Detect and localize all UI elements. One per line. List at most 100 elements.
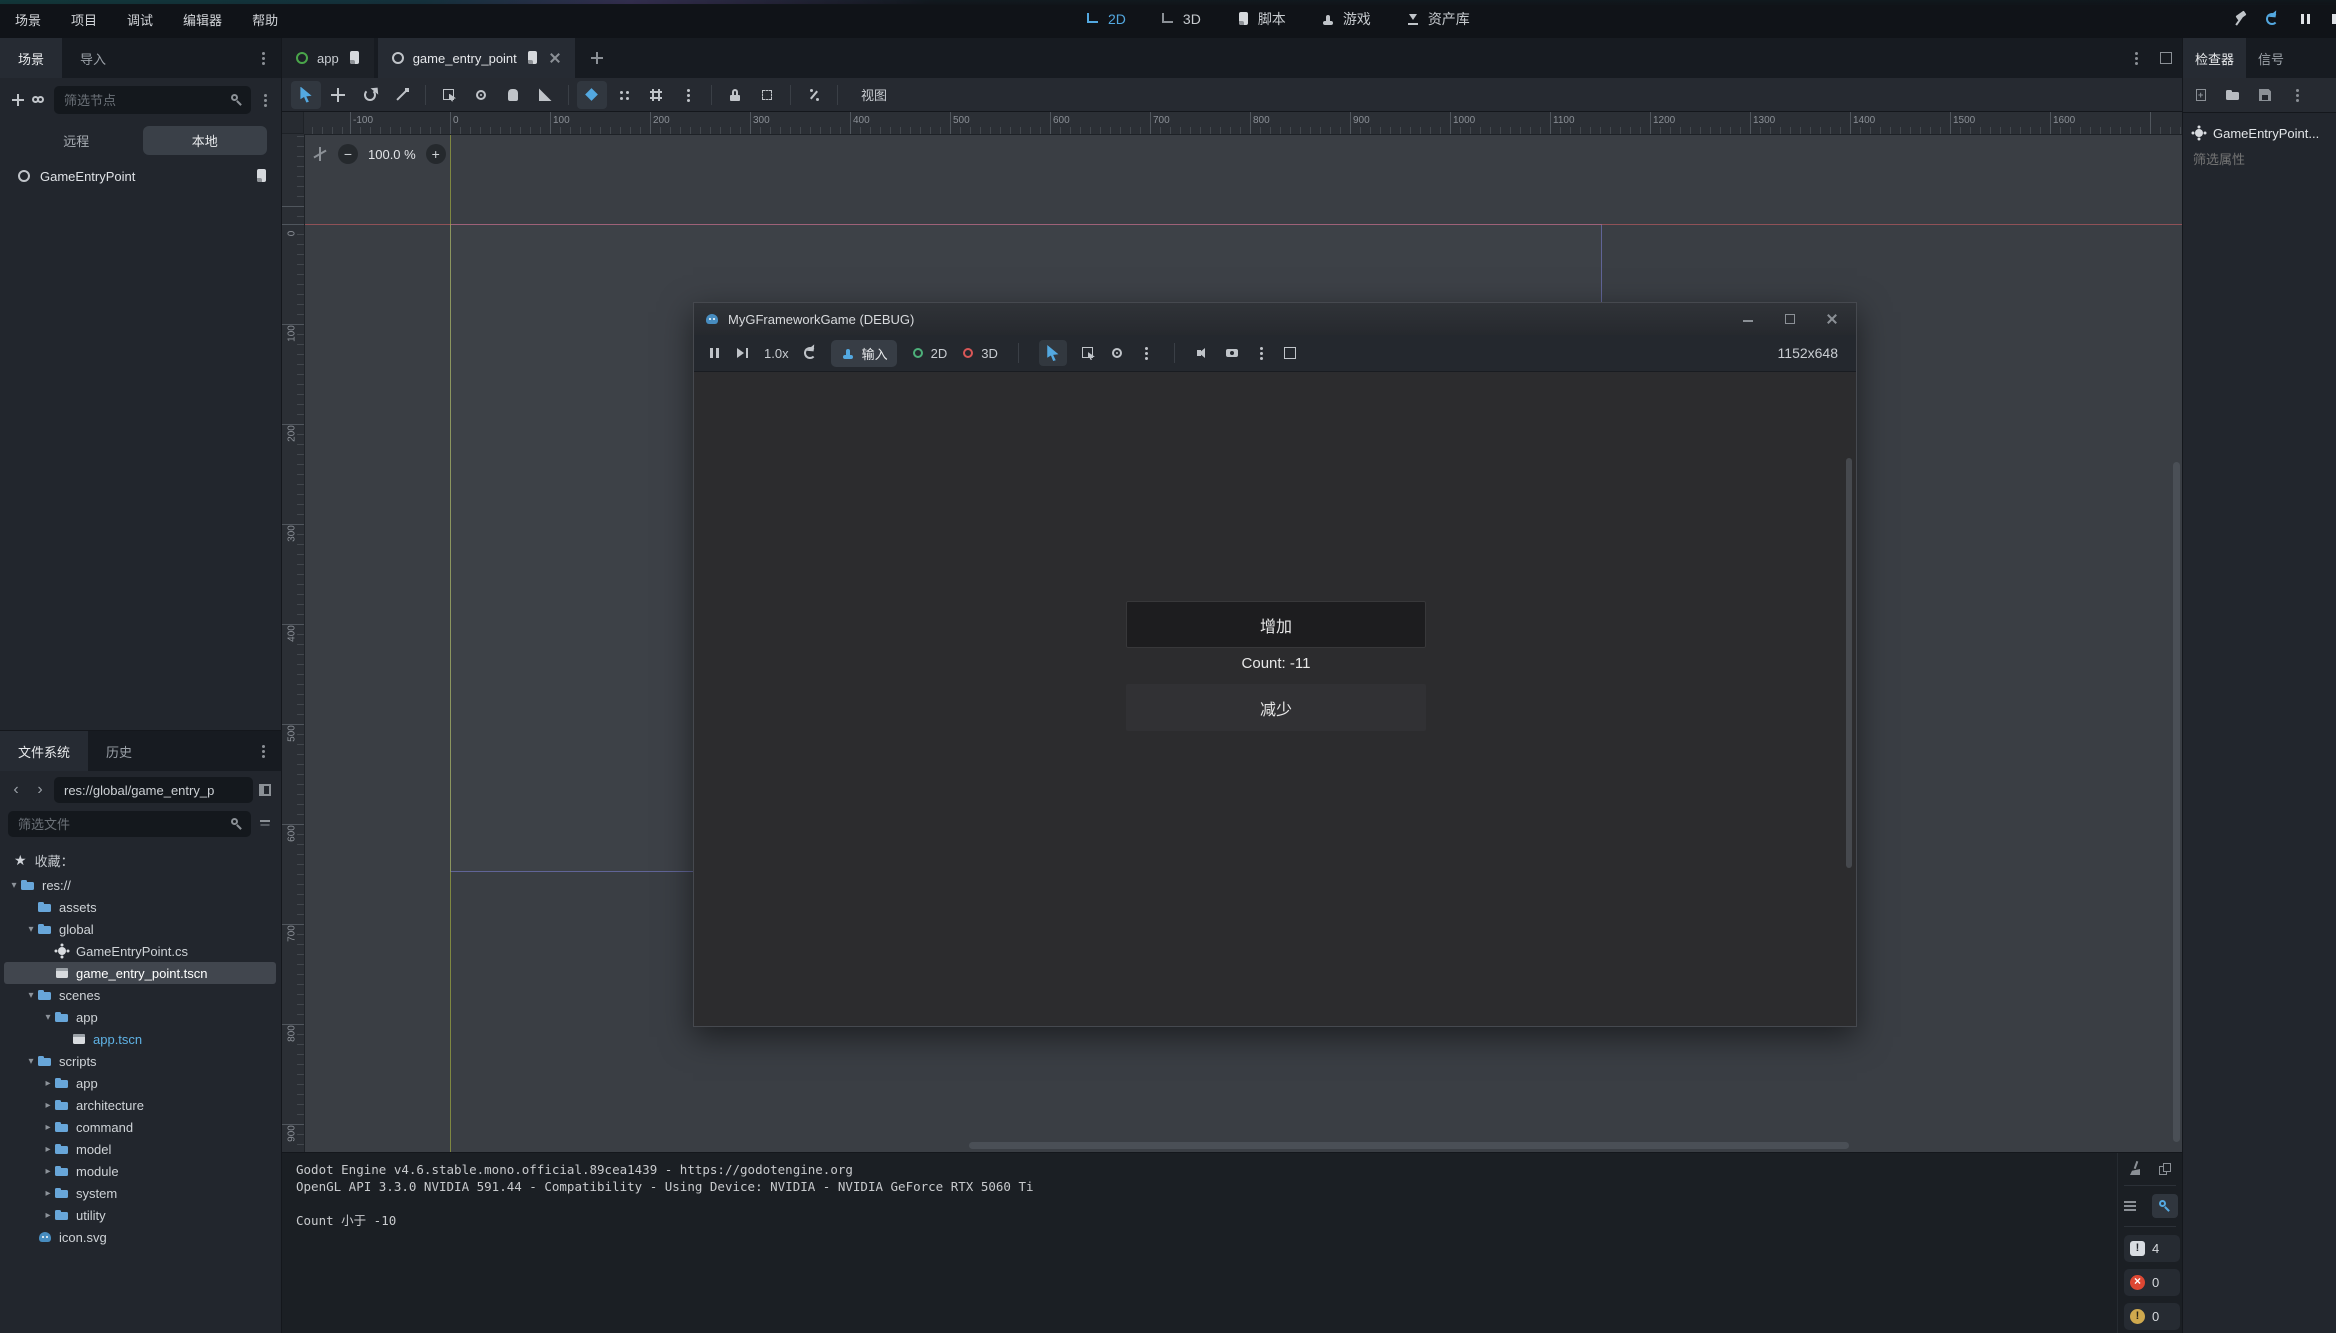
zoom-in-button[interactable]: + (426, 144, 446, 164)
file-tree-item[interactable]: ▸model (0, 1138, 282, 1160)
tab-inspector[interactable]: 检查器 (2183, 38, 2246, 78)
load-resource-icon[interactable] (2225, 87, 2241, 103)
pause-button[interactable] (2297, 11, 2313, 27)
file-tree-item[interactable]: ▾app (0, 1006, 282, 1028)
tab-history[interactable]: 历史 (88, 731, 150, 771)
skeleton-options-menu[interactable] (799, 81, 829, 109)
file-tree-item[interactable]: ▸system (0, 1182, 282, 1204)
camera-override-icon[interactable] (1224, 345, 1240, 361)
close-icon[interactable] (1824, 311, 1840, 327)
game-select-menu[interactable] (1138, 345, 1154, 361)
script-icon[interactable] (346, 50, 362, 66)
smart-snap-toggle[interactable] (577, 81, 607, 109)
file-tree-item[interactable]: ▸module (0, 1160, 282, 1182)
scene-tab-game-entry-point[interactable]: game_entry_point (378, 38, 575, 78)
game-pause-icon[interactable] (706, 345, 722, 361)
add-node-button[interactable] (10, 92, 26, 108)
clear-output-icon[interactable] (2127, 1161, 2143, 1177)
file-tree-item[interactable]: ▾scenes (0, 984, 282, 1006)
script-icon[interactable] (524, 50, 540, 66)
save-resource-icon[interactable] (2257, 87, 2273, 103)
tab-list-menu[interactable] (2128, 50, 2144, 66)
tab-filesystem[interactable]: 文件系统 (0, 731, 88, 771)
file-tree-item[interactable]: GameEntryPoint.cs (0, 940, 282, 962)
file-tree-item[interactable]: ▸architecture (0, 1094, 282, 1116)
view-menu[interactable]: 视图 (853, 85, 895, 104)
decrease-button[interactable]: 减少 (1126, 684, 1426, 731)
messages-badge[interactable]: 4 (2124, 1235, 2180, 1262)
chevron-right-icon[interactable]: ▸ (42, 1166, 54, 1177)
pan-tool[interactable] (498, 81, 528, 109)
build-button[interactable] (2232, 11, 2248, 27)
next-frame-icon[interactable] (735, 345, 751, 361)
group-selection-button[interactable] (752, 81, 782, 109)
zoom-percent[interactable]: 100.0 % (368, 147, 416, 162)
mode-2d-toggle[interactable]: 2D (910, 345, 948, 361)
remote-toggle[interactable]: 远程 (14, 126, 139, 155)
nav-forward-button[interactable]: › (30, 781, 50, 799)
menu-scene[interactable]: 场景 (0, 10, 56, 29)
path-input[interactable] (54, 777, 253, 803)
camera-options-menu[interactable] (1253, 345, 1269, 361)
file-tree-item[interactable]: ▸utility (0, 1204, 282, 1226)
ruler-tool[interactable] (530, 81, 560, 109)
distraction-free-button[interactable] (2158, 50, 2174, 66)
split-view-icon[interactable] (257, 782, 273, 798)
chevron-right-icon[interactable]: ▸ (42, 1122, 54, 1133)
local-toggle[interactable]: 本地 (143, 126, 268, 155)
game-window-titlebar[interactable]: MyGFrameworkGame (DEBUG) (694, 303, 1856, 335)
workspace-2d[interactable]: 2D (1085, 11, 1126, 27)
increase-button[interactable]: 增加 (1126, 601, 1426, 648)
file-tree-item[interactable]: ▸command (0, 1116, 282, 1138)
canvas-viewport[interactable]: -100010020030040050060070080090010001100… (282, 112, 2182, 1152)
zoom-out-button[interactable]: − (338, 144, 358, 164)
nav-back-button[interactable]: ‹ (6, 781, 26, 799)
copy-output-icon[interactable] (2157, 1161, 2173, 1177)
chevron-down-icon[interactable]: ▾ (42, 1012, 54, 1023)
chevron-down-icon[interactable]: ▾ (25, 924, 37, 935)
chevron-right-icon[interactable]: ▸ (42, 1144, 54, 1155)
chevron-down-icon[interactable]: ▾ (25, 1056, 37, 1067)
workspace-assetlib[interactable]: 资产库 (1405, 9, 1470, 29)
stop-button[interactable] (2329, 11, 2336, 27)
game-scrollbar[interactable] (1846, 458, 1852, 868)
lock-selection-button[interactable] (720, 81, 750, 109)
filter-nodes-input[interactable] (54, 86, 251, 114)
chevron-down-icon[interactable]: ▾ (25, 990, 37, 1001)
rotate-tool[interactable] (355, 81, 385, 109)
filesystem-dock-menu[interactable] (255, 743, 271, 759)
game-list-select-icon[interactable] (1080, 345, 1096, 361)
file-tree-item[interactable]: game_entry_point.tscn (0, 962, 282, 984)
embed-fullscreen-icon[interactable] (1282, 345, 1298, 361)
mute-audio-icon[interactable] (1195, 345, 1211, 361)
inspected-node-header[interactable]: GameEntryPoint... (2183, 113, 2336, 141)
file-tree-item[interactable]: assets (0, 896, 282, 918)
file-tree-item[interactable]: ▾global (0, 918, 282, 940)
scene-tab-app[interactable]: app (282, 38, 374, 78)
tab-import[interactable]: 导入 (62, 38, 124, 78)
chevron-down-icon[interactable]: ▾ (8, 880, 20, 891)
output-log[interactable]: Godot Engine v4.6.stable.mono.official.8… (296, 1161, 2112, 1229)
file-tree-item[interactable]: app.tscn (0, 1028, 282, 1050)
filter-files-input[interactable] (8, 811, 251, 837)
sort-files-icon[interactable] (257, 816, 273, 832)
chevron-right-icon[interactable]: ▸ (42, 1100, 54, 1111)
add-scene-tab-button[interactable] (579, 38, 615, 78)
canvas-horizontal-scrollbar[interactable] (969, 1142, 1849, 1149)
list-select-tool[interactable] (434, 81, 464, 109)
file-tree-item[interactable]: ▸app (0, 1072, 282, 1094)
scene-dock-menu[interactable] (255, 50, 271, 66)
tab-scene[interactable]: 场景 (0, 38, 62, 78)
position-tool[interactable] (466, 81, 496, 109)
restart-button[interactable] (2264, 11, 2280, 27)
warnings-badge[interactable]: 0 (2124, 1303, 2180, 1330)
node-filter-menu[interactable] (257, 92, 273, 108)
grid-snap-toggle[interactable] (609, 81, 639, 109)
scale-tool[interactable] (387, 81, 417, 109)
game-select-tool[interactable] (1039, 340, 1067, 366)
favorites-header[interactable]: ★ 收藏： (0, 841, 281, 874)
instance-scene-button[interactable] (32, 92, 48, 108)
scene-tree-root-node[interactable]: GameEntryPoint (0, 161, 281, 184)
resource-menu[interactable] (2289, 87, 2305, 103)
file-tree-item[interactable]: ▾scripts (0, 1050, 282, 1072)
